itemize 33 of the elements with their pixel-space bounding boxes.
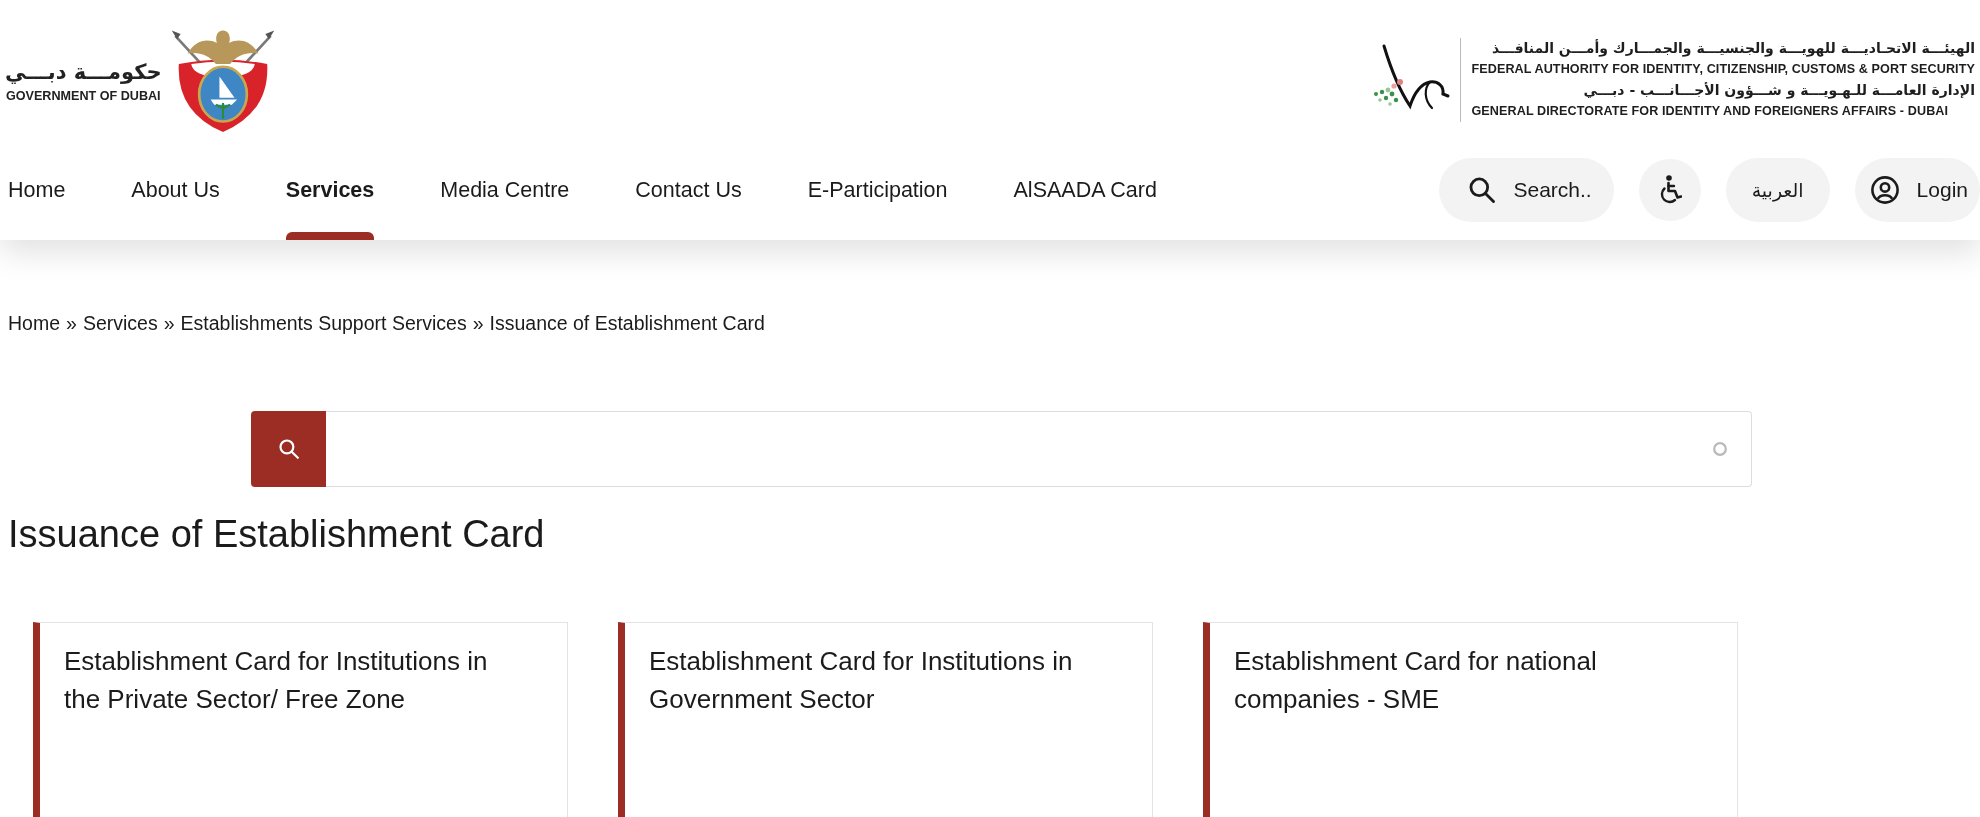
- nav-link[interactable]: Services: [285, 148, 375, 240]
- language-button[interactable]: العربية: [1725, 158, 1830, 222]
- nav-link[interactable]: E-Participation: [807, 148, 948, 240]
- service-card[interactable]: Establishment Card for national companies - SME: [1203, 622, 1738, 817]
- breadcrumb-link[interactable]: Home: [8, 311, 61, 335]
- search-button[interactable]: Search..: [1439, 158, 1614, 222]
- breadcrumb-link[interactable]: Services: [82, 311, 158, 335]
- nav-link[interactable]: Media Centre: [440, 148, 570, 240]
- breadcrumb-current: Issuance of Establishment Card: [489, 311, 765, 335]
- service-card[interactable]: Establishment Card for Institutions in the Private Sector/ Free Zone: [33, 622, 568, 817]
- nav-link[interactable]: AlSAADA Card: [1013, 148, 1157, 240]
- nav-link[interactable]: Contact Us: [635, 148, 742, 240]
- nav-link[interactable]: Home: [8, 148, 66, 240]
- authority-arabic-text: الإدارة العامـــة للـهـويـــة و شـــؤون الأجـــانـــب - دبـــي: [1582, 82, 1975, 99]
- logo-text: GOVERNMENT OF DUBAI: [5, 89, 161, 103]
- search-icon: [278, 439, 299, 459]
- search-icon: [1469, 177, 1496, 203]
- breadcrumb-link[interactable]: Establishments Support Services: [180, 311, 467, 335]
- authority-arabic-text: الهيئـــة الاتحـاديـــة للهويـــة والجنسيـــة والجمـــارك وأمـــن المنافـــذ: [1490, 40, 1975, 57]
- nav-link[interactable]: About Us: [131, 148, 220, 240]
- page-title: Issuance of Establishment Card: [8, 512, 545, 557]
- circle-icon: [1713, 442, 1727, 456]
- service-card[interactable]: Establishment Card for Institutions in Government Sector: [618, 622, 1153, 817]
- search-field[interactable]: [326, 411, 1752, 487]
- user-circle-icon: [1870, 176, 1899, 204]
- authority-text: FEDERAL AUTHORITY FOR IDENTITY, CITIZENSHIP, CUSTOMS & PORT SECURITY: [1471, 61, 1975, 78]
- search-button[interactable]: [251, 411, 326, 487]
- login-button[interactable]: Login: [1854, 158, 1980, 222]
- breadcrumb-separator: »: [472, 311, 484, 335]
- logo-arabic-text: حكومـــة دبـــي: [5, 59, 162, 86]
- authority-text: GENERAL DIRECTORATE FOR IDENTITY AND FOREIGNERS AFFAIRS - DUBAI: [1471, 103, 1950, 120]
- breadcrumb-separator: »: [163, 311, 175, 335]
- breadcrumb-separator: »: [66, 311, 77, 335]
